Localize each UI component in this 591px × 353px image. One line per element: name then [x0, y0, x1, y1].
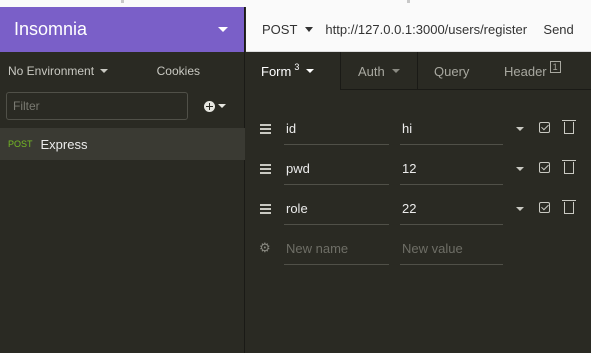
drag-handle-icon[interactable]	[260, 124, 271, 136]
param-value-field[interactable]	[400, 193, 503, 225]
drag-handle-icon[interactable]	[260, 204, 271, 216]
new-name-field[interactable]	[284, 233, 389, 265]
request-method-tag: POST	[8, 139, 33, 149]
trash-icon[interactable]	[562, 120, 576, 134]
trash-icon[interactable]	[562, 200, 576, 214]
param-row	[246, 153, 591, 185]
filter-row	[0, 90, 244, 122]
environment-selector[interactable]: No Environment	[8, 64, 109, 78]
new-value-field[interactable]	[400, 233, 503, 265]
tab-label: Form	[261, 63, 292, 79]
tab-label: Header	[504, 63, 547, 79]
chevron-down-icon[interactable]	[516, 167, 524, 171]
window-top-strip	[0, 0, 591, 7]
tab-label: Auth	[358, 63, 385, 79]
param-value-field[interactable]	[400, 113, 503, 145]
method-selector[interactable]: POST	[262, 21, 314, 37]
app-title: Insomnia	[14, 19, 88, 39]
tab-label: Query	[434, 63, 470, 79]
environment-bar: No Environment Cookies	[0, 52, 244, 90]
chevron-down-icon	[218, 27, 228, 32]
add-request-button[interactable]	[204, 100, 226, 112]
param-name-field[interactable]	[284, 113, 389, 145]
chevron-down-icon	[391, 69, 400, 73]
param-value-field[interactable]	[400, 153, 503, 185]
tab-auth[interactable]: Auth	[341, 52, 418, 90]
filter-input[interactable]	[6, 92, 188, 120]
trash-icon[interactable]	[562, 160, 576, 174]
tab-badge: 3	[294, 62, 300, 72]
send-button[interactable]: Send	[543, 22, 573, 37]
gear-icon: ⚙	[259, 240, 271, 255]
tab-query[interactable]: Query	[418, 52, 494, 90]
top-strip-mark	[407, 0, 410, 3]
method-label: POST	[262, 21, 298, 37]
request-name: Express	[40, 136, 88, 152]
tab-badge: 1	[549, 61, 561, 73]
param-row	[246, 193, 591, 225]
chevron-down-icon	[305, 26, 314, 32]
plus-circle-icon	[204, 100, 215, 112]
url-input[interactable]	[325, 21, 534, 37]
tab-header[interactable]: Header 1	[494, 52, 591, 90]
chevron-down-icon	[218, 104, 226, 108]
chevron-down-icon[interactable]	[516, 207, 524, 211]
drag-handle-icon[interactable]	[260, 164, 271, 176]
checkbox-icon[interactable]	[539, 202, 550, 213]
chevron-down-icon	[100, 69, 109, 73]
top-strip-mark	[121, 0, 124, 3]
url-bar: POST Send	[246, 7, 591, 52]
environment-label: No Environment	[8, 64, 95, 78]
param-name-field[interactable]	[284, 153, 389, 185]
request-tabs: Form 3 Auth Query Header 1	[246, 52, 591, 90]
param-name-field[interactable]	[284, 193, 389, 225]
checkbox-icon[interactable]	[539, 162, 550, 173]
tab-form[interactable]: Form 3	[246, 52, 341, 90]
chevron-down-icon[interactable]	[516, 127, 524, 131]
form-params: ⚙	[246, 90, 591, 353]
new-param-row: ⚙	[246, 233, 591, 265]
cookies-button[interactable]: Cookies	[157, 64, 200, 78]
checkbox-icon[interactable]	[539, 122, 550, 133]
chevron-down-icon	[306, 69, 315, 73]
sidebar: Insomnia No Environment Cookies POST Exp…	[0, 7, 245, 353]
workspace-menu[interactable]: Insomnia	[0, 7, 244, 52]
param-row	[246, 113, 591, 145]
request-item[interactable]: POST Express	[0, 128, 245, 160]
